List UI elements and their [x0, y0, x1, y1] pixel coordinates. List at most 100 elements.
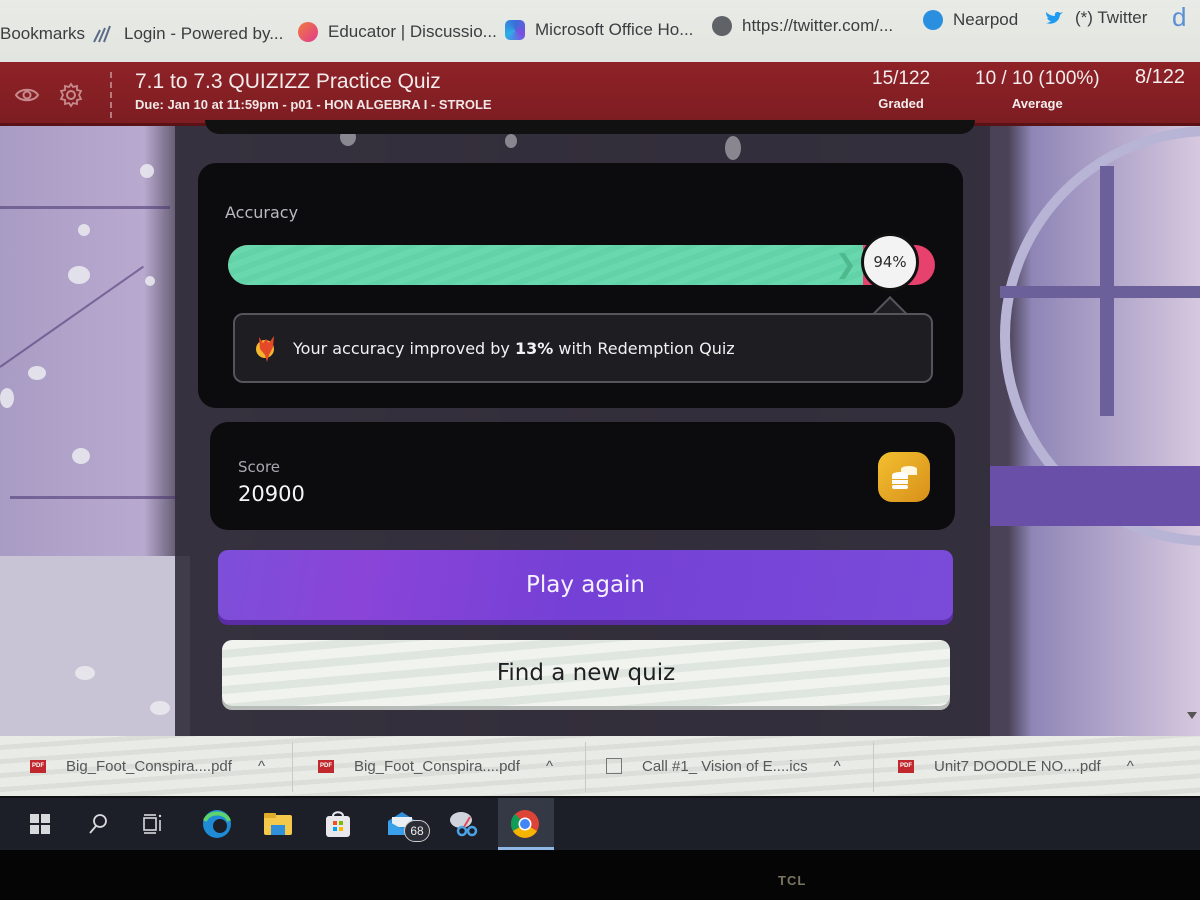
download-separator [585, 742, 586, 792]
coin-stack-icon [892, 466, 917, 489]
store-bag-icon [326, 811, 350, 837]
bookmark-twitter-url[interactable]: https://twitter.com/... [712, 16, 893, 36]
search-icon [89, 814, 107, 834]
redemption-message-text: Your accuracy improved by 13% with Redem… [293, 339, 735, 358]
stat-average: 10 / 10 (100%) Average [975, 68, 1100, 111]
assignment-due-info: Due: Jan 10 at 11:59pm - p01 - HON ALGEB… [135, 97, 492, 112]
download-item[interactable]: Call #1_ Vision of E....ics ^ [606, 736, 841, 796]
download-filename: Big_Foot_Conspira....pdf [354, 757, 520, 775]
scrollbar-down-arrow[interactable] [1187, 712, 1197, 719]
download-item[interactable]: PDF Unit7 DOODLE NO....pdf ^ [898, 736, 1134, 796]
bookmark-twitter[interactable]: (*) Twitter [1045, 8, 1147, 28]
accuracy-bar: ❯ [228, 245, 935, 285]
accuracy-label: Accuracy [225, 203, 299, 222]
edge-browser-icon [203, 810, 231, 838]
bookmark-nearpod[interactable]: Nearpod [923, 10, 1018, 30]
bubble [725, 136, 741, 160]
screen: Bookmarks Login - Powered by... Educator… [0, 0, 1200, 900]
lms-assignment-header: 7.1 to 7.3 QUIZIZZ Practice Quiz Due: Ja… [0, 62, 1200, 126]
stat-label: Graded [878, 96, 924, 111]
background-window-sill [990, 466, 1200, 526]
bubble [78, 224, 90, 236]
download-filename: Unit7 DOODLE NO....pdf [934, 757, 1101, 775]
sky-logo-icon [93, 25, 111, 43]
stat-value: 15/122 [872, 68, 931, 89]
chrome-button[interactable] [507, 806, 543, 842]
chevron-up-icon[interactable]: ^ [834, 758, 841, 775]
bubble [72, 448, 90, 464]
find-new-quiz-button[interactable]: Find a new quiz [222, 640, 950, 706]
bookmark-label: Bookmarks [0, 24, 86, 43]
chevron-up-icon[interactable]: ^ [1127, 758, 1134, 775]
bubble [28, 366, 46, 380]
monitor-brand-logo: TCL [778, 873, 807, 888]
stat-value: 10 / 10 (100%) [975, 68, 1100, 89]
background-line [10, 496, 180, 499]
store-button[interactable] [320, 806, 356, 842]
chevron-right-icon: ❯ [835, 250, 857, 280]
bookmark-login[interactable]: Login - Powered by... [92, 24, 283, 44]
score-label: Score [238, 458, 281, 476]
search-button[interactable] [80, 806, 116, 842]
file-explorer-button[interactable] [260, 806, 296, 842]
bookmark-bookmarks[interactable]: Bookmarks [0, 24, 85, 44]
globe-icon [712, 16, 732, 36]
task-view-button[interactable] [135, 806, 171, 842]
download-item[interactable]: PDF Big_Foot_Conspira....pdf ^ [30, 736, 265, 796]
folder-icon [264, 813, 292, 835]
microsoft-office-icon [505, 20, 525, 40]
stat-value: 8/122 [1135, 66, 1186, 88]
start-button[interactable] [22, 806, 58, 842]
message-improvement: 13% [514, 338, 554, 358]
bubble [140, 164, 154, 178]
pdf-file-icon: PDF [30, 759, 46, 773]
redemption-message: Your accuracy improved by 13% with Redem… [233, 313, 933, 383]
stat-label: Average [1011, 96, 1063, 111]
chrome-icon [511, 810, 539, 838]
bubble [0, 388, 14, 408]
message-suffix: with Redemption Quiz [553, 338, 735, 358]
download-item[interactable]: PDF Big_Foot_Conspira....pdf ^ [318, 736, 553, 796]
download-filename: Call #1_ Vision of E....ics [642, 757, 808, 775]
header-divider [110, 72, 112, 118]
pdf-file-icon: PDF [898, 759, 914, 773]
chevron-up-icon[interactable]: ^ [258, 758, 265, 775]
score-card: Score 20900 [210, 422, 955, 530]
windows-taskbar [0, 798, 1200, 850]
bubble [145, 276, 155, 286]
mail-unread-badge: 68 [404, 820, 430, 842]
pdf-file-icon: PDF [318, 759, 334, 773]
play-again-button[interactable]: Play again [218, 550, 953, 620]
d-logo-icon[interactable]: d [1172, 2, 1186, 33]
download-separator [873, 742, 874, 792]
bookmark-educator[interactable]: Educator | Discussio... [298, 22, 497, 42]
gear-icon[interactable] [58, 82, 84, 108]
accuracy-percent-badge: 94% [861, 233, 919, 291]
snipping-tool-icon [450, 812, 478, 837]
coins-icon [878, 452, 930, 502]
bookmark-microsoft-office[interactable]: Microsoft Office Ho... [505, 20, 693, 40]
bookmark-label: Login - Powered by... [124, 24, 284, 43]
bookmarks-bar: Bookmarks Login - Powered by... Educator… [0, 0, 1200, 62]
previous-card-edge [205, 120, 975, 134]
educator-logo-icon [298, 22, 318, 42]
calendar-file-icon [606, 758, 622, 774]
download-filename: Big_Foot_Conspira....pdf [66, 757, 232, 775]
bookmark-label: (*) Twitter [1075, 8, 1148, 27]
accuracy-percent: 94% [873, 253, 907, 271]
bubble [505, 134, 517, 148]
nearpod-icon [923, 10, 943, 30]
chevron-up-icon[interactable]: ^ [546, 758, 553, 775]
eye-icon[interactable] [14, 82, 40, 108]
bookmark-label: Nearpod [953, 10, 1019, 29]
message-prefix: Your accuracy improved by [293, 338, 515, 358]
snipping-tool-button[interactable] [445, 806, 481, 842]
redemption-fox-icon [256, 336, 274, 362]
accuracy-bar-correct [228, 245, 863, 285]
background-line [0, 206, 170, 209]
bubble [150, 701, 170, 715]
task-view-icon [143, 814, 162, 834]
bubble [75, 666, 95, 680]
edge-button[interactable] [199, 806, 235, 842]
bookmark-label: https://twitter.com/... [742, 16, 894, 35]
